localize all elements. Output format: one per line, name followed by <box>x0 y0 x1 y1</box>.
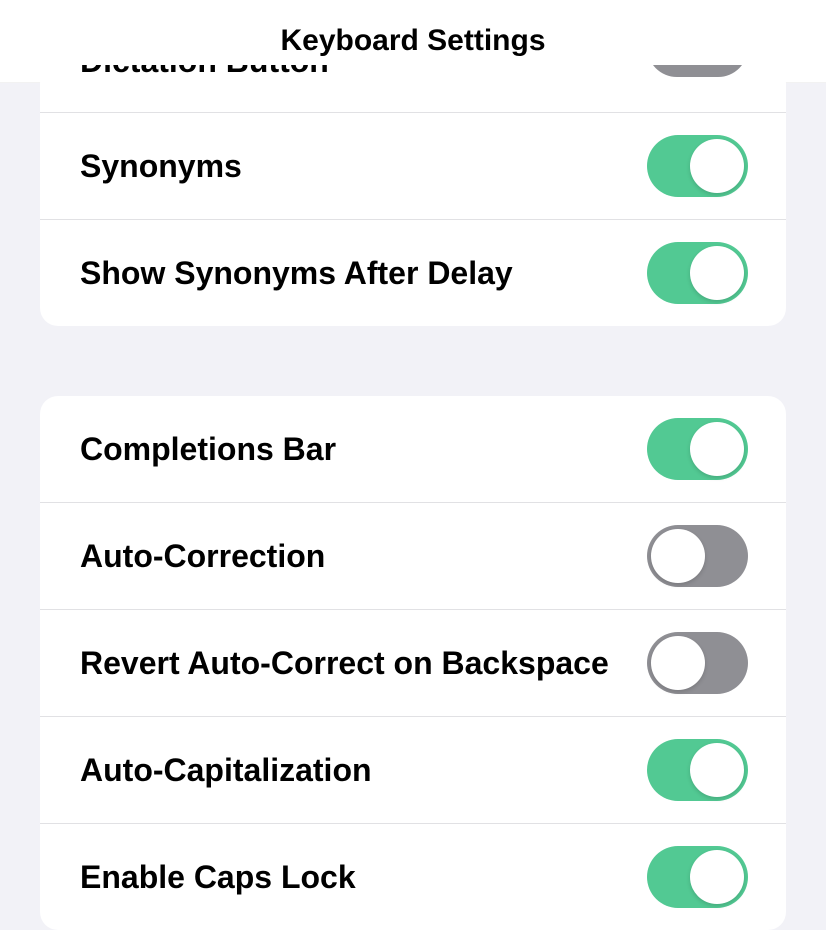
setting-label: Revert Auto-Correct on Backspace <box>80 645 629 682</box>
setting-label: Completions Bar <box>80 431 629 468</box>
toggle-knob <box>690 850 744 904</box>
toggle-knob <box>651 529 705 583</box>
toggle-knob <box>690 743 744 797</box>
toggle-synonyms[interactable] <box>647 135 748 197</box>
toggle-enable-caps-lock[interactable] <box>647 846 748 908</box>
setting-row-revert-auto-correct: Revert Auto-Correct on Backspace <box>40 610 786 717</box>
setting-label: Auto-Capitalization <box>80 752 629 789</box>
setting-row-dictation-button: Dictation Button <box>40 65 786 113</box>
toggle-show-synonyms-after-delay[interactable] <box>647 242 748 304</box>
settings-group-1: Dictation Button Synonyms Show Synonyms … <box>40 65 786 326</box>
setting-row-completions-bar: Completions Bar <box>40 396 786 503</box>
page-title: Keyboard Settings <box>0 24 826 58</box>
toggle-knob <box>651 636 705 690</box>
setting-row-synonyms: Synonyms <box>40 113 786 220</box>
setting-row-auto-capitalization: Auto-Capitalization <box>40 717 786 824</box>
setting-row-show-synonyms-after-delay: Show Synonyms After Delay <box>40 220 786 326</box>
toggle-dictation-button[interactable] <box>647 65 748 77</box>
setting-label: Dictation Button <box>80 65 629 80</box>
toggle-auto-capitalization[interactable] <box>647 739 748 801</box>
toggle-knob <box>690 246 744 300</box>
toggle-knob <box>690 422 744 476</box>
setting-row-enable-caps-lock: Enable Caps Lock <box>40 824 786 930</box>
setting-row-auto-correction: Auto-Correction <box>40 503 786 610</box>
setting-label: Auto-Correction <box>80 538 629 575</box>
toggle-revert-auto-correct[interactable] <box>647 632 748 694</box>
toggle-auto-correction[interactable] <box>647 525 748 587</box>
setting-label: Show Synonyms After Delay <box>80 255 629 292</box>
setting-label: Enable Caps Lock <box>80 859 629 896</box>
settings-group-2: Completions Bar Auto-Correction Revert A… <box>40 396 786 930</box>
settings-content: Dictation Button Synonyms Show Synonyms … <box>0 65 826 930</box>
toggle-completions-bar[interactable] <box>647 418 748 480</box>
toggle-knob <box>690 139 744 193</box>
setting-label: Synonyms <box>80 148 629 185</box>
